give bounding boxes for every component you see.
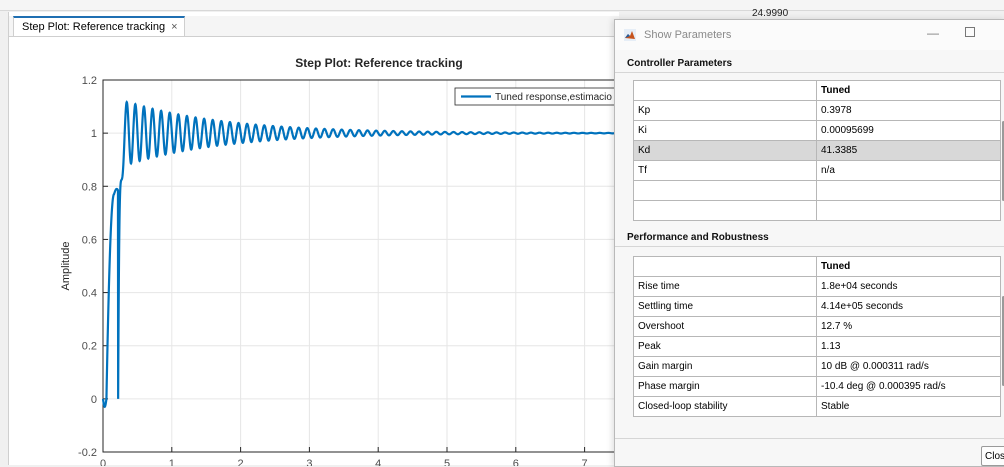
section-divider: [615, 246, 1004, 247]
table-row[interactable]: Overshoot 12.7 %: [633, 316, 1001, 337]
table-row[interactable]: Tf n/a: [633, 160, 1001, 181]
table-row[interactable]: [633, 180, 1001, 201]
footer-divider: [615, 438, 1004, 439]
parameter-value-cell: 10 dB @ 0.000311 rad/s: [816, 356, 1001, 377]
tab-step-plot[interactable]: Step Plot: Reference tracking ×: [13, 16, 185, 36]
table-row[interactable]: Settling time 4.14e+05 seconds: [633, 296, 1001, 317]
parameter-value-cell: n/a: [816, 160, 1001, 181]
parameter-name-cell: Peak: [633, 336, 817, 357]
performance-table[interactable]: Tuned Rise time 1.8e+04 seconds Settling ti…: [633, 256, 1001, 417]
parameter-value-cell: 41.3385: [816, 140, 1001, 161]
parameter-value-cell: Stable: [816, 396, 1001, 417]
performance-robustness-heading: Performance and Robustness: [627, 232, 769, 243]
parameter-name-cell: Ki: [633, 120, 817, 141]
y-tick-label: 1.2: [82, 75, 97, 87]
close-button[interactable]: Clos: [981, 446, 1004, 466]
y-tick-label: -0.2: [78, 447, 97, 459]
y-tick-label: 0.4: [82, 288, 97, 300]
parameter-name-cell: Overshoot: [633, 316, 817, 337]
y-tick-label: 0.6: [82, 234, 97, 246]
header-cell-empty: [633, 256, 817, 277]
chart-title: Step Plot: Reference tracking: [295, 56, 462, 70]
background-value-readout: 24.9990: [752, 8, 789, 19]
table-row[interactable]: Phase margin -10.4 deg @ 0.000395 rad/s: [633, 376, 1001, 397]
section-divider: [615, 72, 1004, 73]
parameter-value-cell: 1.8e+04 seconds: [816, 276, 1001, 297]
header-cell-tuned: Tuned: [816, 80, 1001, 101]
parameter-value-cell: 1.13: [816, 336, 1001, 357]
header-cell-tuned: Tuned: [816, 256, 1001, 277]
table-row[interactable]: Ki 0.00095699: [633, 120, 1001, 141]
parameter-value-cell: [816, 200, 1001, 221]
parameter-value-cell: 4.14e+05 seconds: [816, 296, 1001, 317]
parameter-value-cell: 12.7 %: [816, 316, 1001, 337]
parameter-name-cell: Gain margin: [633, 356, 817, 377]
table-row[interactable]: Peak 1.13: [633, 336, 1001, 357]
y-tick-label: 0: [91, 394, 97, 406]
controller-parameters-heading: Controller Parameters: [627, 58, 733, 69]
parameter-name-cell: [633, 200, 817, 221]
chart-legend: Tuned response,estimacio: [454, 87, 619, 106]
legend-entry-label: Tuned response,estimacio: [495, 92, 612, 103]
maximize-icon[interactable]: [965, 27, 975, 37]
y-tick-label: 0.8: [82, 181, 97, 193]
parameter-name-cell: Tf: [633, 160, 817, 181]
table-row[interactable]: Rise time 1.8e+04 seconds: [633, 276, 1001, 297]
minimize-icon[interactable]: —: [927, 26, 939, 40]
show-parameters-dialog: Show Parameters — Controller Parameters …: [614, 19, 1004, 467]
matlab-logo-icon: [624, 29, 636, 41]
document-tab-bar: Step Plot: Reference tracking ×: [9, 16, 619, 37]
y-tick-label: 1: [91, 128, 97, 140]
table-row[interactable]: Kd 41.3385: [633, 140, 1001, 161]
table-header-row: Tuned: [633, 256, 1001, 277]
table-row[interactable]: Kp 0.3978: [633, 100, 1001, 121]
parameter-name-cell: Settling time: [633, 296, 817, 317]
parameter-value-cell: 0.00095699: [816, 120, 1001, 141]
table-row[interactable]: [633, 200, 1001, 221]
header-cell-empty: [633, 80, 817, 101]
parameter-name-cell: [633, 180, 817, 201]
parameter-name-cell: Phase margin: [633, 376, 817, 397]
dialog-title-bar: Show Parameters —: [615, 20, 1004, 50]
y-axis-label: Amplitude: [60, 242, 72, 291]
table-row[interactable]: Gain margin 10 dB @ 0.000311 rad/s: [633, 356, 1001, 377]
step-plot-chart[interactable]: 0 1 2 3 4 5 6 7-0.200.20.40.60.811.2 Step Plot:…: [9, 36, 619, 466]
parameter-value-cell: -10.4 deg @ 0.000395 rad/s: [816, 376, 1001, 397]
parameter-name-cell: Kp: [633, 100, 817, 121]
table-header-row: Tuned: [633, 80, 1001, 101]
controller-parameters-table[interactable]: Tuned Kp 0.3978 Ki 0.00095699 Kd 41.3385 Tf n/a: [633, 80, 1001, 221]
dialog-title: Show Parameters: [644, 29, 732, 41]
table-row[interactable]: Closed-loop stability Stable: [633, 396, 1001, 417]
parameter-name-cell: Kd: [633, 140, 817, 161]
parameter-value-cell: 0.3978: [816, 100, 1001, 121]
tab-label: Step Plot: Reference tracking: [22, 21, 166, 33]
parameter-name-cell: Closed-loop stability: [633, 396, 817, 417]
background-toolbar-strip: [0, 0, 1004, 11]
y-tick-label: 0.2: [82, 341, 97, 353]
parameter-name-cell: Rise time: [633, 276, 817, 297]
tab-close-icon[interactable]: ×: [171, 21, 177, 33]
tuned-response-line: [101, 100, 619, 409]
parameter-value-cell: [816, 180, 1001, 201]
step-plot-window: Step Plot: Reference tracking × 01234567…: [8, 12, 619, 466]
